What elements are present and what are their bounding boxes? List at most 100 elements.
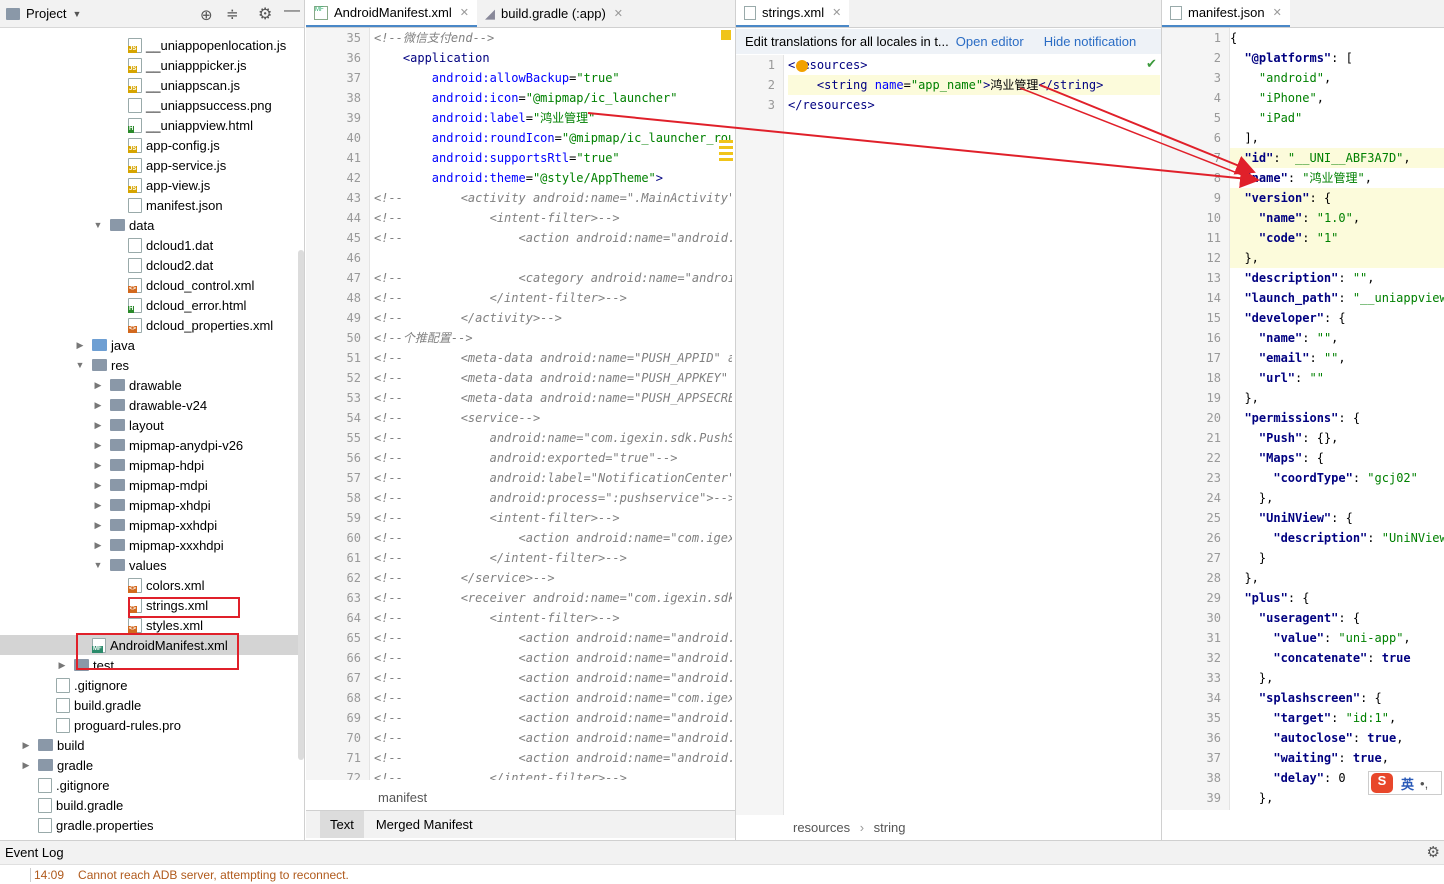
breadcrumb-resources[interactable]: resources (793, 820, 850, 835)
code-token: }, (1230, 791, 1274, 805)
tree-item[interactable]: ▶ gradle (0, 755, 94, 775)
chevron-down-icon[interactable]: ▼ (72, 9, 81, 19)
code-token: <!-- <receiver android:name="com.igexin.… (374, 591, 732, 605)
tree-item[interactable]: <> dcloud_control.xml (0, 275, 254, 295)
scroll-marker[interactable] (719, 140, 733, 162)
code-token: <string (816, 78, 875, 92)
chevron-right-icon[interactable]: ▶ (92, 400, 104, 411)
tab-manifest-json[interactable]: manifest.json ✕ (1162, 0, 1290, 27)
code-token: = (525, 111, 533, 125)
tree-item[interactable]: ▶ java (0, 335, 135, 355)
tree-item[interactable]: .gitignore (0, 675, 127, 695)
tree-item[interactable]: build.gradle (0, 795, 123, 815)
code-token: , (1338, 351, 1346, 365)
tree-item[interactable]: ▼ data (0, 215, 155, 235)
tree-item[interactable]: ▶ mipmap-mdpi (0, 475, 208, 495)
code-line: "value": "uni-app", (1230, 628, 1444, 648)
tree-item[interactable]: ▼ values (0, 555, 167, 575)
tree-item[interactable]: <> colors.xml (0, 575, 205, 595)
json-code[interactable]: { "@platforms": [ "android", "iPhone", "… (1230, 28, 1444, 810)
tree-item[interactable]: dcloud2.dat (0, 255, 213, 275)
tree-item[interactable]: dcloud1.dat (0, 235, 213, 255)
intention-bulb-icon[interactable] (796, 60, 808, 72)
chevron-down-icon[interactable]: ▼ (92, 220, 104, 230)
close-icon[interactable]: ✕ (1273, 6, 1282, 19)
manifest-breadcrumb[interactable]: manifest (306, 785, 735, 810)
code-token: <!-- </activity>--> (374, 311, 562, 325)
chevron-right-icon[interactable]: ▶ (74, 340, 86, 351)
ime-indicator[interactable]: S 英 •, (1368, 771, 1442, 795)
chevron-right-icon[interactable]: ▶ (92, 460, 104, 471)
line-number: 36 (1206, 731, 1221, 745)
tab-merged-manifest[interactable]: Merged Manifest (370, 817, 479, 832)
chevron-right-icon[interactable]: ▶ (20, 740, 32, 751)
tree-item[interactable]: ▶ build (0, 735, 85, 755)
code-token: : (1352, 471, 1368, 485)
event-log-title[interactable]: Event Log (5, 845, 64, 860)
tree-item[interactable]: manifest.json (0, 195, 223, 215)
code-token: "waiting" (1273, 751, 1339, 765)
tree-item[interactable]: ▶ mipmap-xhdpi (0, 495, 211, 515)
code-token: "" (1352, 271, 1368, 285)
tree-item[interactable]: JS app-service.js (0, 155, 226, 175)
hide-panel-icon[interactable]: — (284, 2, 300, 20)
tree-item[interactable]: JS app-config.js (0, 135, 220, 155)
locate-icon[interactable]: ⊕ (200, 6, 213, 24)
code-token: "target" (1273, 711, 1332, 725)
tree-item-label: drawable (129, 377, 182, 393)
tab-build-gradle[interactable]: ◢ build.gradle (:app) ✕ (477, 0, 631, 27)
chevron-right-icon[interactable]: ▶ (92, 540, 104, 551)
tree-item[interactable]: JS app-view.js (0, 175, 210, 195)
chevron-down-icon[interactable]: ▼ (92, 560, 104, 570)
chevron-right-icon[interactable]: ▶ (92, 380, 104, 391)
chevron-right-icon[interactable]: ▶ (92, 420, 104, 431)
close-icon[interactable]: ✕ (460, 6, 469, 19)
breadcrumb-string[interactable]: string (874, 820, 906, 835)
tab-android-manifest[interactable]: MF AndroidManifest.xml ✕ (306, 0, 477, 27)
tree-item[interactable]: JS __uniappscan.js (0, 75, 240, 95)
chevron-down-icon[interactable]: ▼ (74, 360, 86, 370)
tree-item[interactable]: gradle.properties (0, 815, 154, 835)
tree-item[interactable]: build.gradle (0, 695, 141, 715)
tree-item[interactable]: JS __uniappopenlocation.js (0, 35, 286, 55)
tab-text[interactable]: Text (320, 811, 364, 838)
manifest-code[interactable]: <!--微信支付end--> <application android:allo… (374, 28, 732, 780)
tree-item[interactable]: ▶ mipmap-xxxhdpi (0, 535, 224, 555)
strings-code[interactable]: <resources> <string name="app_name">鸿业管理… (788, 55, 1160, 115)
tree-item[interactable]: <> styles.xml (0, 615, 203, 635)
gradle-file-icon (38, 797, 52, 813)
chevron-right-icon[interactable]: ▶ (20, 760, 32, 771)
tree-item[interactable]: ▶ drawable-v24 (0, 395, 208, 415)
tree-item[interactable]: __uniappsuccess.png (0, 95, 272, 115)
tree-item[interactable]: ▼ res (0, 355, 130, 375)
tab-strings-xml[interactable]: strings.xml ✕ (736, 0, 850, 27)
chevron-right-icon[interactable]: ▶ (92, 440, 104, 451)
tree-item[interactable]: ▶ drawable (0, 375, 182, 395)
chevron-right-icon[interactable]: ▶ (92, 480, 104, 491)
tree-item[interactable]: ▶ layout (0, 415, 164, 435)
tree-item-label: values (129, 557, 167, 573)
chevron-right-icon[interactable]: ▶ (56, 660, 68, 671)
gear-icon[interactable]: ⚙ (1427, 843, 1440, 861)
project-view-selector[interactable]: Project (26, 6, 66, 21)
gear-icon[interactable]: ⚙ (258, 4, 272, 24)
tree-item[interactable]: ▶ mipmap-hdpi (0, 455, 205, 475)
collapse-all-icon[interactable]: ≑ (226, 5, 239, 23)
close-icon[interactable]: ✕ (614, 7, 623, 20)
chevron-right-icon[interactable]: ▶ (92, 520, 104, 531)
project-scrollbar[interactable] (298, 250, 304, 760)
tree-item[interactable]: proguard-rules.pro (0, 715, 181, 735)
warning-marker[interactable] (721, 30, 731, 40)
chevron-right-icon[interactable]: ▶ (92, 500, 104, 511)
code-line: "plus": { (1230, 588, 1444, 608)
tree-item[interactable]: JS __uniapppicker.js (0, 55, 246, 75)
tree-item[interactable]: Hdcloud_error.html (0, 295, 246, 315)
tree-item[interactable]: ▶ mipmap-xxhdpi (0, 515, 218, 535)
tree-item[interactable]: .gitignore (0, 775, 109, 795)
close-icon[interactable]: ✕ (832, 6, 841, 19)
open-editor-link[interactable]: Open editor (956, 34, 1024, 49)
tree-item[interactable]: ▶ mipmap-anydpi-v26 (0, 435, 244, 455)
tree-item[interactable]: <> dcloud_properties.xml (0, 315, 273, 335)
hide-notification-link[interactable]: Hide notification (1044, 34, 1137, 49)
tree-item[interactable]: H __uniappview.html (0, 115, 253, 135)
